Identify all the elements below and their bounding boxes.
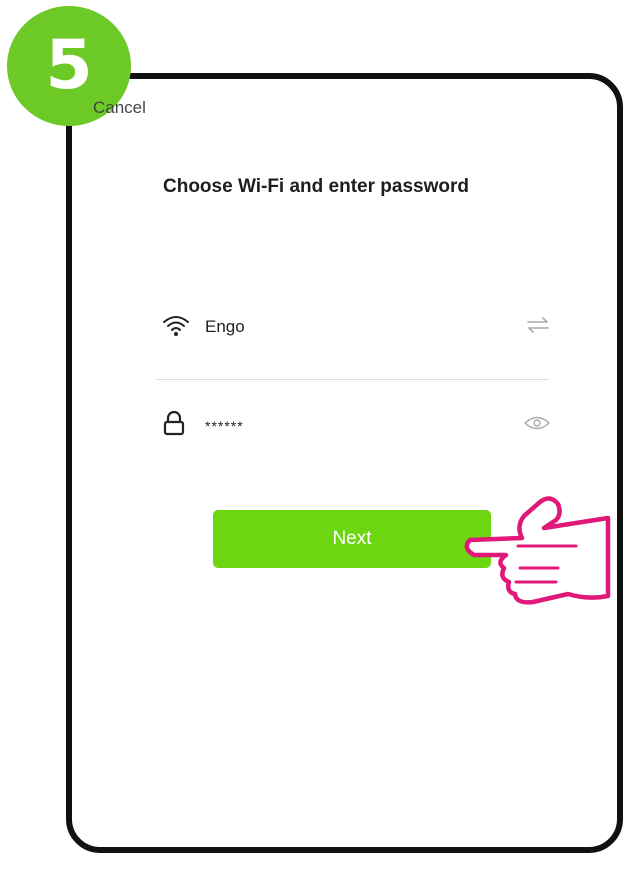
field-divider bbox=[157, 379, 549, 380]
eye-icon[interactable] bbox=[523, 415, 551, 436]
wifi-icon bbox=[162, 313, 190, 344]
password-value: ****** bbox=[205, 418, 244, 434]
next-button[interactable]: Next bbox=[213, 510, 491, 568]
wifi-network-row[interactable]: Engo bbox=[160, 307, 550, 347]
password-field[interactable]: ****** bbox=[160, 405, 551, 445]
wifi-ssid: Engo bbox=[205, 317, 245, 336]
cancel-link[interactable]: Cancel bbox=[93, 98, 146, 118]
switch-network-icon[interactable] bbox=[526, 317, 550, 338]
lock-icon bbox=[162, 410, 186, 442]
page-title: Choose Wi-Fi and enter password bbox=[163, 176, 469, 197]
pointing-hand-icon bbox=[458, 488, 613, 613]
